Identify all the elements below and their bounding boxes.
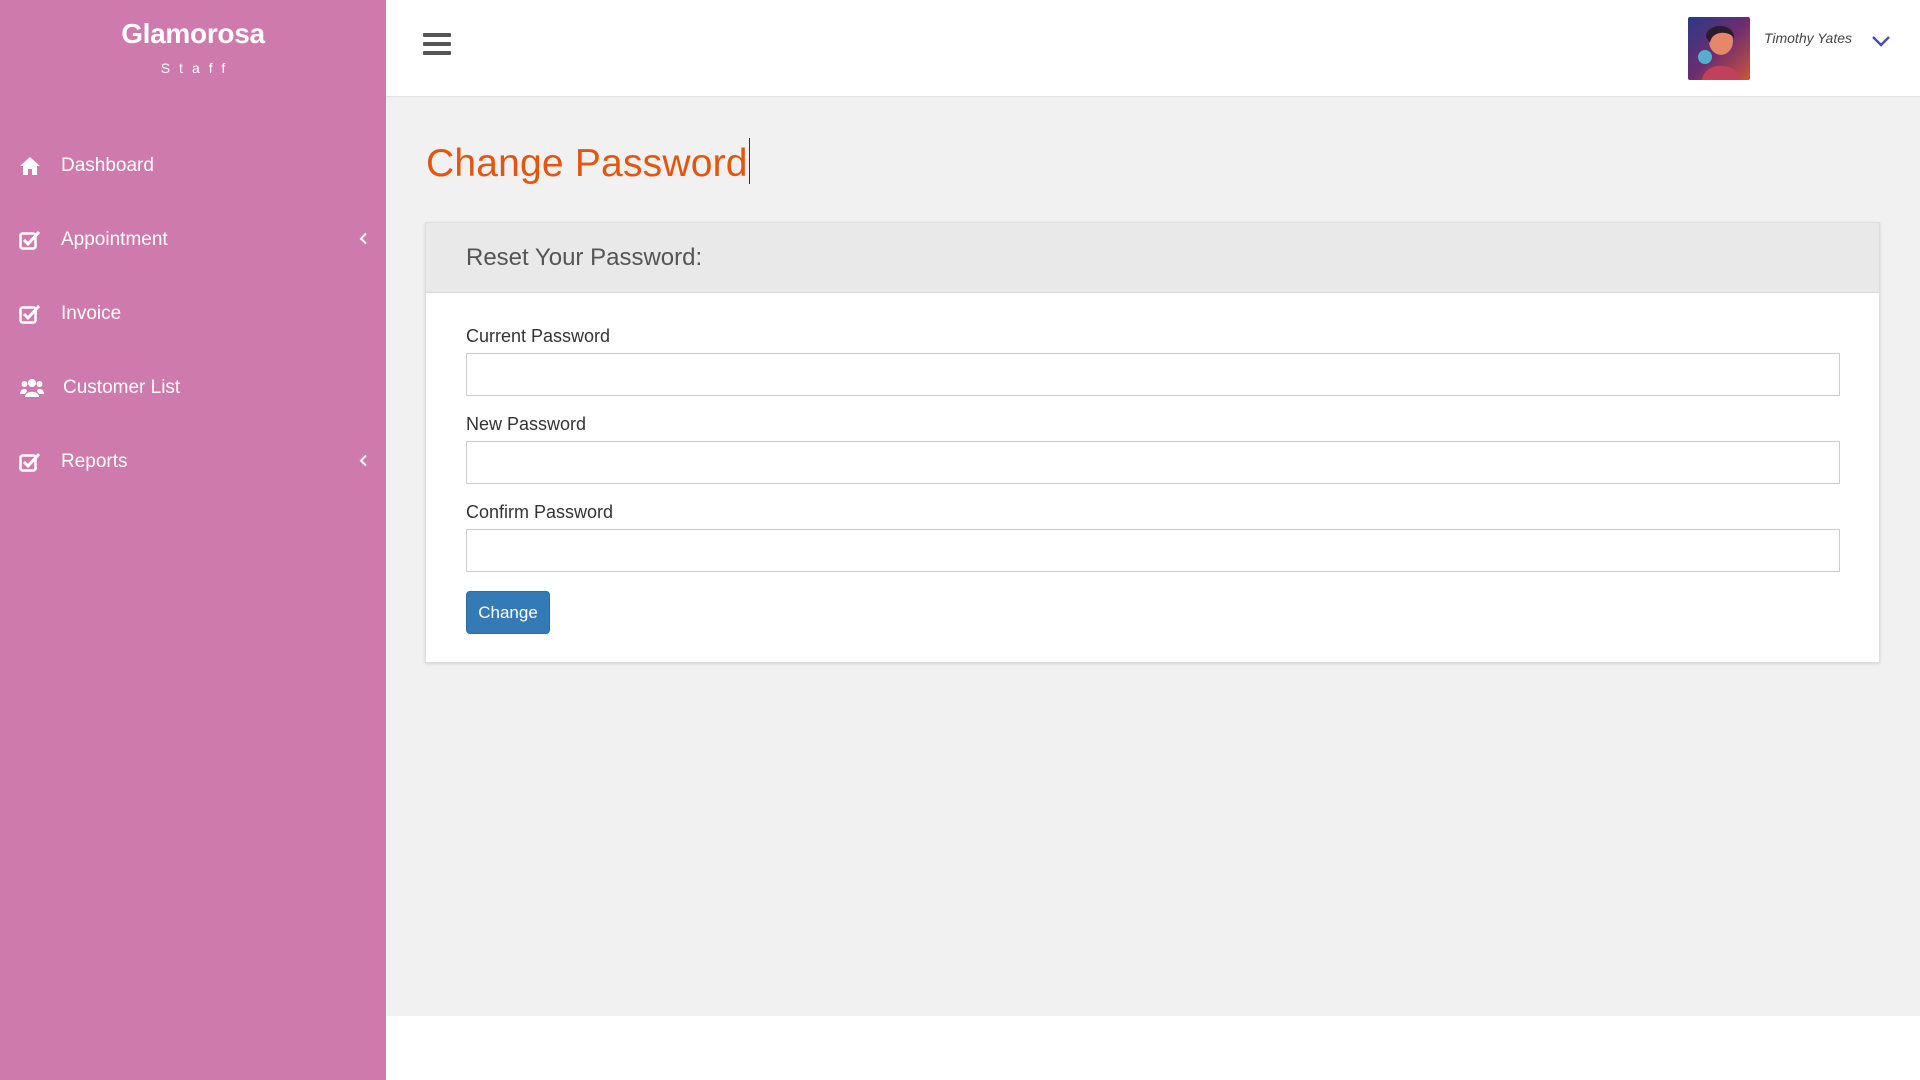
page-title-text: Change Password xyxy=(426,142,748,185)
sidebar-item-label: Customer List xyxy=(63,377,181,398)
sidebar-item-label: Dashboard xyxy=(61,155,154,176)
brand-name[interactable]: Glamorosa xyxy=(0,18,386,50)
user-name: Timothy Yates xyxy=(1763,30,1852,46)
users-icon xyxy=(20,376,44,400)
text-cursor xyxy=(748,138,750,184)
field-new-password: New Password xyxy=(466,414,1840,484)
new-password-input[interactable] xyxy=(466,441,1840,484)
sidebar-item-appointment[interactable]: Appointment xyxy=(0,203,386,277)
sidebar-item-reports[interactable]: Reports xyxy=(0,425,386,499)
brand: Glamorosa Staff xyxy=(0,0,386,100)
chevron-left-icon[interactable] xyxy=(356,232,370,246)
panel-heading: Reset Your Password: xyxy=(466,243,703,271)
field-current-password: Current Password xyxy=(466,326,1840,396)
sidebar-item-label: Appointment xyxy=(61,229,168,250)
chevron-down-icon[interactable] xyxy=(1870,30,1892,52)
chevron-left-icon[interactable] xyxy=(356,454,370,468)
topbar: Timothy Yates xyxy=(386,0,1920,97)
page-title: Change Password xyxy=(426,138,750,186)
check-square-icon xyxy=(18,228,42,252)
sidebar-item-invoice[interactable]: Invoice xyxy=(0,277,386,351)
brand-subtitle: Staff xyxy=(160,60,235,76)
password-panel: Reset Your Password: Current Password Ne… xyxy=(425,222,1880,663)
field-confirm-password: Confirm Password xyxy=(466,502,1840,572)
new-password-label: New Password xyxy=(466,414,587,434)
current-password-label: Current Password xyxy=(466,326,611,346)
panel-body: Current Password New Password Confirm Pa… xyxy=(426,293,1879,634)
sidebar-item-customer-list[interactable]: Customer List xyxy=(0,351,386,425)
sidebar-item-label: Reports xyxy=(61,451,128,472)
sidebar-item-dashboard[interactable]: Dashboard xyxy=(0,129,386,203)
confirm-password-input[interactable] xyxy=(466,529,1840,572)
user-menu[interactable]: Timothy Yates xyxy=(1687,16,1920,80)
sidebar: Glamorosa Staff Dashboard Appointment In… xyxy=(0,0,386,1080)
hamburger-icon[interactable] xyxy=(423,33,451,57)
current-password-input[interactable] xyxy=(466,353,1840,396)
confirm-password-label: Confirm Password xyxy=(466,502,614,522)
main-content: Change Password Reset Your Password: Cur… xyxy=(386,97,1920,1016)
sidebar-nav: Dashboard Appointment Invoice Customer L… xyxy=(0,129,386,499)
change-button[interactable]: Change xyxy=(466,591,550,634)
panel-header: Reset Your Password: xyxy=(426,223,1879,293)
home-icon xyxy=(18,154,42,178)
sidebar-item-label: Invoice xyxy=(61,303,122,324)
check-square-icon xyxy=(18,450,42,474)
check-square-icon xyxy=(18,302,42,326)
avatar[interactable] xyxy=(1687,16,1750,80)
